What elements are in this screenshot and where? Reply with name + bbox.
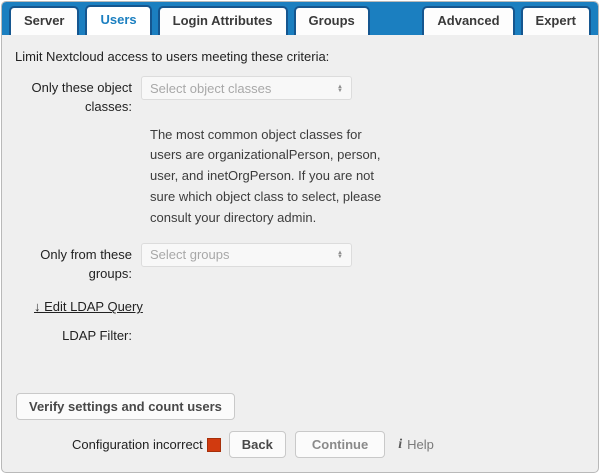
groups-label: Only from these groups: xyxy=(14,243,141,284)
users-tab-panel: Limit Nextcloud access to users meeting … xyxy=(2,35,598,473)
select-arrows-icon: ▲▼ xyxy=(337,84,343,93)
object-classes-placeholder: Select object classes xyxy=(150,81,271,96)
wizard-footer: Verify settings and count users Configur… xyxy=(16,393,584,458)
tab-server[interactable]: Server xyxy=(9,6,79,35)
ldap-filter-row: LDAP Filter: xyxy=(14,324,586,346)
ldap-filter-label: LDAP Filter: xyxy=(14,324,141,346)
verify-settings-button[interactable]: Verify settings and count users xyxy=(16,393,235,420)
tab-login-attributes[interactable]: Login Attributes xyxy=(158,6,288,35)
help-link-label: Help xyxy=(407,437,434,452)
intro-text: Limit Nextcloud access to users meeting … xyxy=(15,49,586,64)
object-classes-select[interactable]: Select object classes ▲▼ xyxy=(141,76,352,100)
tab-bar: Server Users Login Attributes Groups Adv… xyxy=(2,2,598,35)
edit-ldap-query-link[interactable]: ↓ Edit LDAP Query xyxy=(34,299,143,314)
tab-advanced[interactable]: Advanced xyxy=(422,6,514,35)
continue-button[interactable]: Continue xyxy=(295,431,385,458)
wizard-controls: Configuration incorrect Back Continue i … xyxy=(72,431,584,458)
object-classes-row: Only these object classes: Select object… xyxy=(14,76,586,117)
configuration-status-text: Configuration incorrect xyxy=(72,437,203,452)
error-status-icon xyxy=(207,438,221,452)
tab-users[interactable]: Users xyxy=(85,5,151,35)
info-icon: i xyxy=(398,437,402,453)
tab-groups[interactable]: Groups xyxy=(294,6,370,35)
help-link[interactable]: i Help xyxy=(398,437,434,453)
ldap-wizard-dialog: Server Users Login Attributes Groups Adv… xyxy=(1,1,599,473)
groups-placeholder: Select groups xyxy=(150,247,230,262)
back-button[interactable]: Back xyxy=(229,431,286,458)
object-classes-help-text: The most common object classes for users… xyxy=(150,125,384,229)
tab-expert[interactable]: Expert xyxy=(521,6,591,35)
select-arrows-icon: ▲▼ xyxy=(337,250,343,259)
object-classes-label: Only these object classes: xyxy=(14,76,141,117)
groups-row: Only from these groups: Select groups ▲▼ xyxy=(14,243,586,284)
groups-select[interactable]: Select groups ▲▼ xyxy=(141,243,352,267)
